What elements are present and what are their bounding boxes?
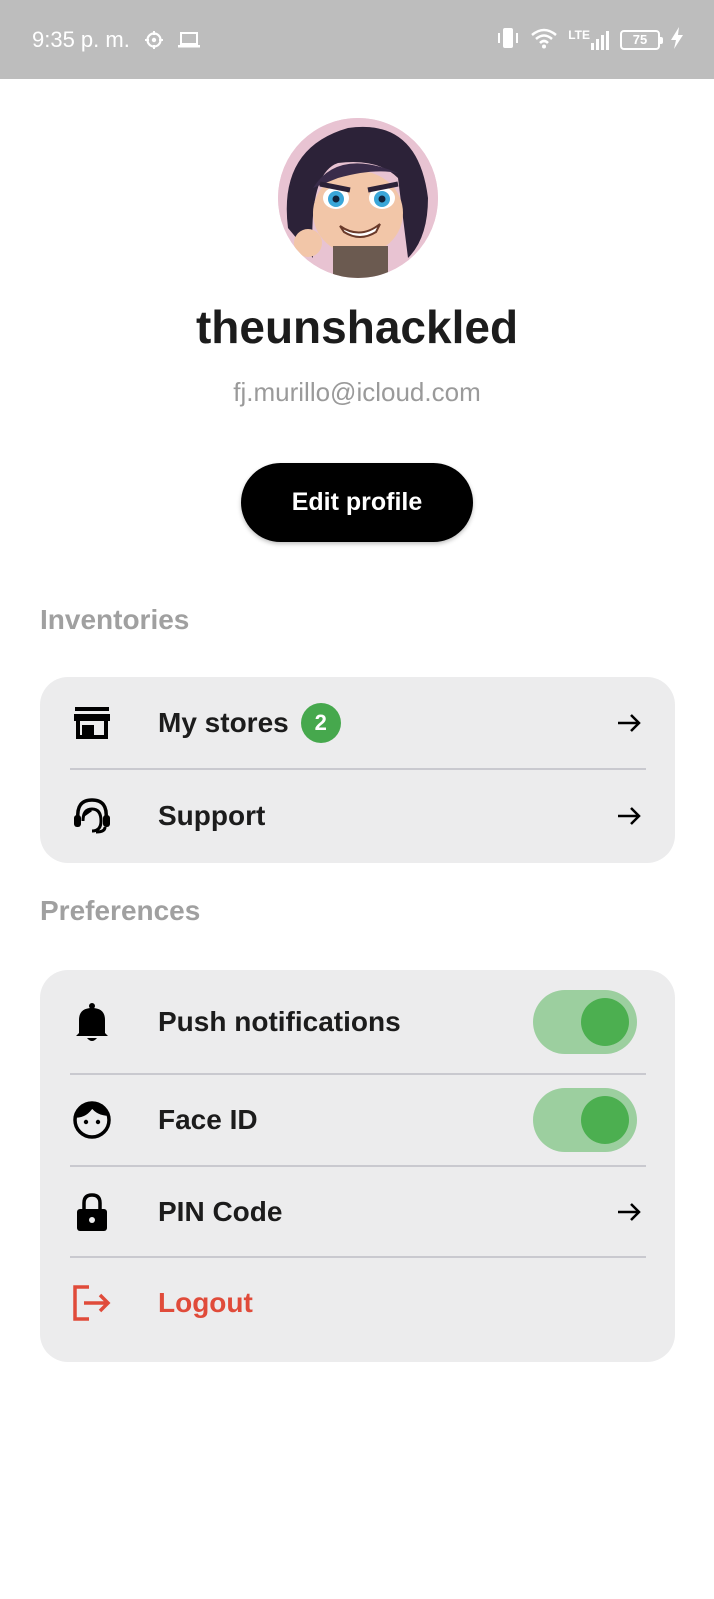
status-bar: 9:35 p. m. LTE 75 (0, 0, 714, 79)
store-count-badge: 2 (300, 703, 341, 743)
battery-icon: 75 (620, 29, 663, 50)
push-notifications-label: Push notifications (158, 1005, 401, 1037)
pin-code-label: PIN Code (158, 1195, 283, 1227)
face-icon (72, 1100, 112, 1140)
preferences-card: Push notifications Face ID PIN Code Logo… (40, 970, 675, 1362)
vibrate-icon (496, 27, 520, 52)
arrow-right-icon (618, 1202, 641, 1221)
store-icon (72, 703, 112, 743)
push-notifications-toggle[interactable] (533, 989, 637, 1054)
settings-icon (144, 30, 164, 50)
edit-profile-button[interactable]: Edit profile (241, 463, 473, 542)
section-title-preferences: Preferences (40, 895, 201, 926)
face-id-label: Face ID (158, 1103, 258, 1135)
headset-icon (72, 796, 112, 836)
signal-icon (591, 30, 609, 50)
profile-email: fj.murillo@icloud.com (233, 377, 481, 407)
signal-group: LTE (568, 29, 610, 51)
arrow-right-icon (618, 714, 641, 732)
toggle-knob (581, 1095, 629, 1144)
face-id-toggle[interactable] (533, 1087, 637, 1152)
list-item-support[interactable]: Support (40, 769, 675, 863)
list-item-pin-code[interactable]: PIN Code (40, 1166, 675, 1257)
lock-icon (72, 1192, 112, 1232)
list-item-logout[interactable]: Logout (40, 1257, 675, 1348)
avatar[interactable] (278, 118, 438, 278)
logout-icon (72, 1283, 112, 1323)
laptop-icon (177, 31, 200, 49)
list-item-label: My stores 2 (158, 703, 341, 743)
network-type: LTE (568, 27, 590, 42)
profile-username: theunshackled (195, 301, 519, 353)
my-stores-label: My stores (158, 707, 289, 738)
section-title-inventories: Inventories (40, 604, 190, 635)
status-time: 9:35 p. m. (32, 26, 130, 52)
charging-icon (670, 27, 684, 52)
bell-icon (72, 1002, 112, 1042)
toggle-knob (581, 997, 629, 1046)
list-item-my-stores[interactable]: My stores 2 (40, 677, 675, 769)
support-label: Support (158, 800, 266, 831)
wifi-icon (530, 27, 558, 52)
inventories-card: My stores 2 Support (40, 677, 675, 863)
arrow-right-icon (618, 807, 641, 825)
list-item-push-notifications[interactable]: Push notifications (40, 970, 675, 1073)
logout-label: Logout (158, 1286, 253, 1318)
list-item-face-id[interactable]: Face ID (40, 1074, 675, 1165)
battery-level: 75 (632, 32, 648, 47)
